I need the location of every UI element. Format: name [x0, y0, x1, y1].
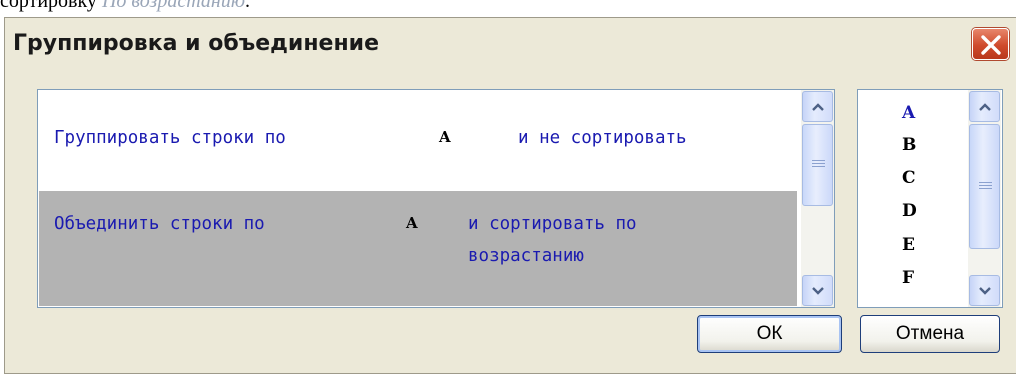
caption-italic: По возрастанию [101, 0, 245, 12]
close-x-icon [981, 35, 1001, 55]
option-merge-suffix-line1: и сортировать по [468, 214, 637, 234]
option-group-prefix: Группировать строки по [54, 128, 286, 148]
caption-text: сортировку [0, 0, 97, 12]
close-button[interactable] [972, 28, 1009, 60]
columns-scroll-up-button[interactable] [969, 91, 1000, 122]
option-group-suffix: и не сортировать [518, 128, 687, 148]
columns-scroll-down-button[interactable] [969, 275, 1000, 306]
cancel-button[interactable]: Отмена [860, 315, 1000, 353]
option-row-group[interactable]: Группировать строки по A и не сортироват… [39, 91, 797, 191]
title-bar: Группировка и объединение [5, 18, 1016, 73]
option-merge-suffix-line2: возрастанию [468, 246, 584, 266]
column-item-c[interactable]: C [902, 168, 916, 188]
column-item-d[interactable]: D [902, 201, 917, 221]
option-merge-letter[interactable]: A [406, 214, 418, 232]
columns-scroll-thumb[interactable] [969, 124, 1000, 249]
dialog-title: Группировка и объединение [13, 31, 379, 56]
columns-scrollbar[interactable] [968, 90, 1001, 307]
column-item-b[interactable]: B [902, 135, 916, 155]
scroll-up-button[interactable] [802, 91, 833, 122]
chevron-down-icon [812, 287, 824, 295]
chevron-up-icon [979, 103, 991, 111]
caption-suffix: . [244, 0, 250, 12]
column-item-e[interactable]: E [902, 235, 915, 255]
group-dialog: Группировка и объединение Группировать с… [4, 17, 1016, 374]
column-item-a[interactable]: A [902, 103, 915, 123]
page-caption: сортировку По возрастанию. [0, 0, 250, 12]
option-row-merge[interactable]: Объединить строки по A и сортировать по … [39, 191, 797, 306]
chevron-down-icon [979, 287, 991, 295]
options-scrollbar[interactable] [801, 90, 834, 307]
ok-button[interactable]: ОК [697, 315, 842, 353]
option-merge-prefix: Объединить строки по [54, 214, 265, 234]
scroll-thumb[interactable] [802, 124, 833, 206]
option-group-letter[interactable]: A [439, 128, 451, 146]
options-list[interactable]: Группировать строки по A и не сортироват… [37, 89, 835, 308]
column-list[interactable]: A B C D E F [857, 89, 1003, 308]
column-item-f[interactable]: F [902, 268, 914, 288]
chevron-up-icon [812, 103, 824, 111]
scroll-down-button[interactable] [802, 275, 833, 306]
